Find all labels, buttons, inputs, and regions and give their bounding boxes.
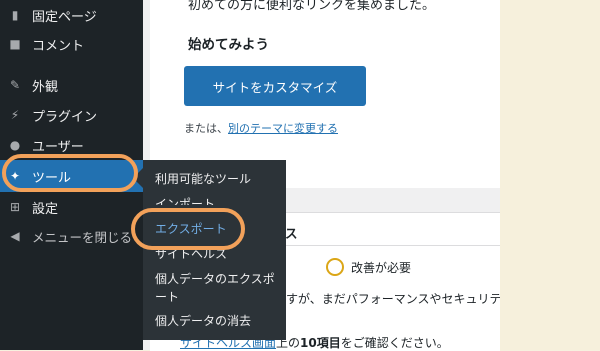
customize-site-button[interactable]: サイトをカスタマイズ [184, 66, 366, 106]
sidebar-item-appearance[interactable]: ✎ 外観 [0, 70, 143, 100]
sidebar-item-tools[interactable]: ✦ ツール [0, 160, 143, 192]
sidebar-item-plugins[interactable]: ⚡ プラグイン [0, 100, 143, 130]
page-icon: ▮ [11, 8, 19, 22]
submenu-export[interactable]: エクスポート [155, 220, 227, 238]
comment-icon: ■ [9, 37, 21, 51]
check-count: 10項目 [300, 336, 341, 350]
submenu-site-health[interactable]: サイトヘルス [155, 245, 227, 263]
tools-submenu: 利用可能なツール インポート エクスポート サイトヘルス 個人データのエクスポー… [143, 160, 286, 340]
sidebar-item-label: プラグイン [32, 109, 98, 125]
change-theme-link[interactable]: 別のテーマに変更する [228, 122, 338, 135]
sidebar-item-label: 固定ページ [32, 9, 97, 25]
sidebar-item-comments[interactable]: ■ コメント [0, 29, 143, 59]
wrench-icon: ✦ [9, 169, 21, 183]
health-status: 改善が必要 [326, 258, 411, 276]
collapse-menu-button[interactable]: ◀ メニューを閉じる [0, 221, 143, 251]
sidebar-item-pages[interactable]: ▮ 固定ページ [0, 0, 143, 30]
brush-icon: ✎ [9, 78, 21, 92]
sidebar-item-label: ユーザー [32, 139, 84, 155]
user-icon: ● [9, 138, 21, 152]
admin-sidebar: ▮ 固定ページ ■ コメント ✎ 外観 ⚡ プラグイン ● ユーザー ✦ ツール… [0, 0, 143, 350]
sidebar-item-label: 外観 [32, 79, 59, 95]
sidebar-item-label: 設定 [32, 201, 59, 217]
get-started-heading: 始めてみよう [188, 37, 269, 53]
sidebar-item-users[interactable]: ● ユーザー [0, 130, 143, 160]
collapse-icon: ◀ [10, 229, 20, 243]
change-theme-line: または、別のテーマに変更する [184, 120, 338, 136]
submenu-export-personal-data[interactable]: 個人データのエクスポート [155, 270, 275, 306]
plugin-icon: ⚡ [10, 108, 20, 122]
welcome-description: 初めての方に便利なリンクを集めました。 [188, 0, 436, 13]
sidebar-item-settings[interactable]: ⊞ 設定 [0, 192, 143, 222]
sidebar-item-label: メニューを閉じる [32, 229, 133, 245]
site-health-title: ス [285, 226, 298, 241]
or-text: または、 [184, 122, 228, 135]
sidebar-item-label: コメント [32, 38, 85, 54]
submenu-erase-personal-data[interactable]: 個人データの消去 [155, 312, 251, 330]
check-tail: をご確認ください。 [340, 336, 449, 350]
page-background [500, 0, 600, 350]
settings-icon: ⊞ [9, 200, 21, 214]
submenu-available-tools[interactable]: 利用可能なツール [155, 170, 251, 188]
status-ring-icon [326, 258, 344, 276]
submenu-import[interactable]: インポート [155, 195, 215, 205]
sidebar-item-label: ツール [32, 170, 72, 186]
flyout-pointer [133, 168, 143, 188]
health-status-label: 改善が必要 [351, 260, 412, 275]
